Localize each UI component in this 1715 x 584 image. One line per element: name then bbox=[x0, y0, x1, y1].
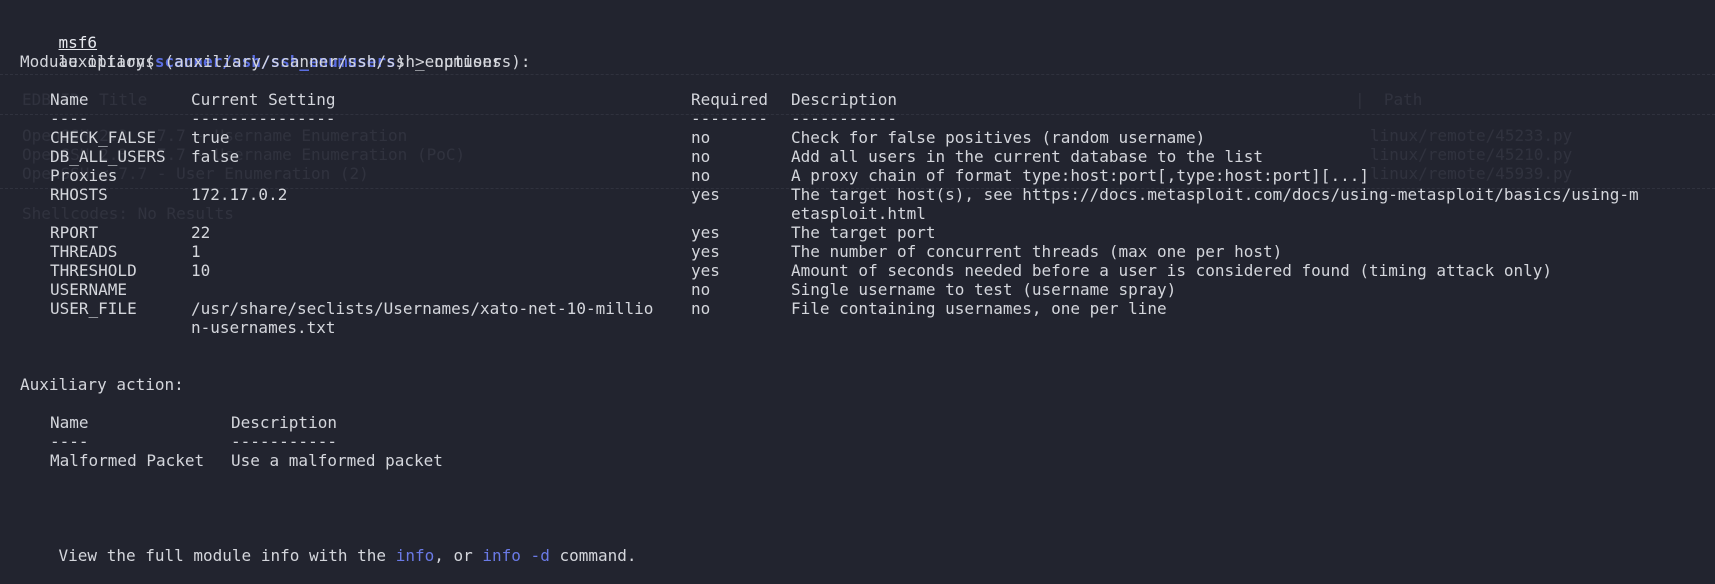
header-underline: --------------- bbox=[191, 109, 336, 128]
option-name: CHECK_FALSE bbox=[50, 128, 156, 147]
info-d-command-link[interactable]: info -d bbox=[482, 546, 549, 565]
option-name: THRESHOLD bbox=[50, 261, 137, 280]
option-required: no bbox=[691, 166, 711, 185]
option-setting-continued: n-usernames.txt bbox=[191, 318, 336, 337]
option-required: yes bbox=[691, 185, 720, 204]
auxiliary-action-heading: Auxiliary action: bbox=[20, 375, 184, 394]
option-description: Check for false positives (random userna… bbox=[791, 128, 1206, 147]
option-required: yes bbox=[691, 261, 720, 280]
action-column-header-name: Name bbox=[50, 413, 89, 432]
option-name: THREADS bbox=[50, 242, 118, 261]
option-description: Single username to test (username spray) bbox=[791, 280, 1177, 299]
option-name: Proxies bbox=[50, 166, 118, 185]
option-name: RPORT bbox=[50, 223, 99, 242]
footer-text: command. bbox=[549, 546, 637, 565]
option-required: no bbox=[691, 128, 711, 147]
header-underline: ---- bbox=[50, 432, 89, 451]
option-name: USERNAME bbox=[50, 280, 128, 299]
option-setting: /usr/share/seclists/Usernames/xato-net-1… bbox=[191, 299, 654, 318]
column-header-description: Description bbox=[791, 90, 897, 109]
action-name: Malformed Packet bbox=[50, 451, 205, 470]
footer-text: , or bbox=[434, 546, 483, 565]
option-description: Amount of seconds needed before a user i… bbox=[791, 261, 1552, 280]
ghost-header-path: | Path bbox=[1355, 90, 1423, 109]
ghost-shellcodes: Shellcodes: No Results bbox=[22, 204, 234, 223]
footer-text: View the full module info with the bbox=[58, 546, 396, 565]
option-required: no bbox=[691, 280, 711, 299]
option-description: The number of concurrent threads (max on… bbox=[791, 242, 1283, 261]
header-underline: ----------- bbox=[791, 109, 897, 128]
option-required: no bbox=[691, 147, 711, 166]
option-required: yes bbox=[691, 242, 720, 261]
option-name: RHOSTS bbox=[50, 185, 108, 204]
option-setting: 172.17.0.2 bbox=[191, 185, 288, 204]
option-required: no bbox=[691, 299, 711, 318]
option-setting: 10 bbox=[191, 261, 211, 280]
header-underline: ----------- bbox=[231, 432, 337, 451]
option-setting: 1 bbox=[191, 242, 201, 261]
info-command-link[interactable]: info bbox=[396, 546, 435, 565]
column-header-name: Name bbox=[50, 90, 89, 109]
option-name: USER_FILE bbox=[50, 299, 137, 318]
option-description: Add all users in the current database to… bbox=[791, 147, 1264, 166]
header-underline: ---- bbox=[50, 109, 89, 128]
option-description: A proxy chain of format type:host:port[,… bbox=[791, 166, 1369, 185]
option-name: DB_ALL_USERS bbox=[50, 147, 166, 166]
prompt-msf6: msf6 bbox=[58, 33, 98, 52]
footer-line: View the full module info with the info,… bbox=[20, 527, 637, 584]
header-underline: -------- bbox=[691, 109, 769, 128]
action-description: Use a malformed packet bbox=[231, 451, 443, 470]
ghost-row-path: linux/remote/45210.py bbox=[1370, 145, 1573, 164]
ghost-row-path: linux/remote/45233.py bbox=[1370, 126, 1573, 145]
column-header-required: Required bbox=[691, 90, 769, 109]
option-setting: true bbox=[191, 128, 230, 147]
option-setting: 22 bbox=[191, 223, 211, 242]
option-setting: false bbox=[191, 147, 240, 166]
option-description-continued: etasploit.html bbox=[791, 204, 926, 223]
column-header-setting: Current Setting bbox=[191, 90, 336, 109]
action-column-header-description: Description bbox=[231, 413, 337, 432]
terminal-window[interactable]: EDB-ID Title | Path OpenSSH 2.3 < 7.7 - … bbox=[0, 0, 1715, 565]
option-description: The target host(s), see https://docs.met… bbox=[791, 185, 1639, 204]
ghost-row-path: linux/remote/45939.py bbox=[1370, 164, 1573, 183]
option-required: yes bbox=[691, 223, 720, 242]
option-description: The target port bbox=[791, 223, 936, 242]
module-options-heading: Module options (auxiliary/scanner/ssh/ss… bbox=[20, 52, 531, 71]
option-description: File containing usernames, one per line bbox=[791, 299, 1167, 318]
